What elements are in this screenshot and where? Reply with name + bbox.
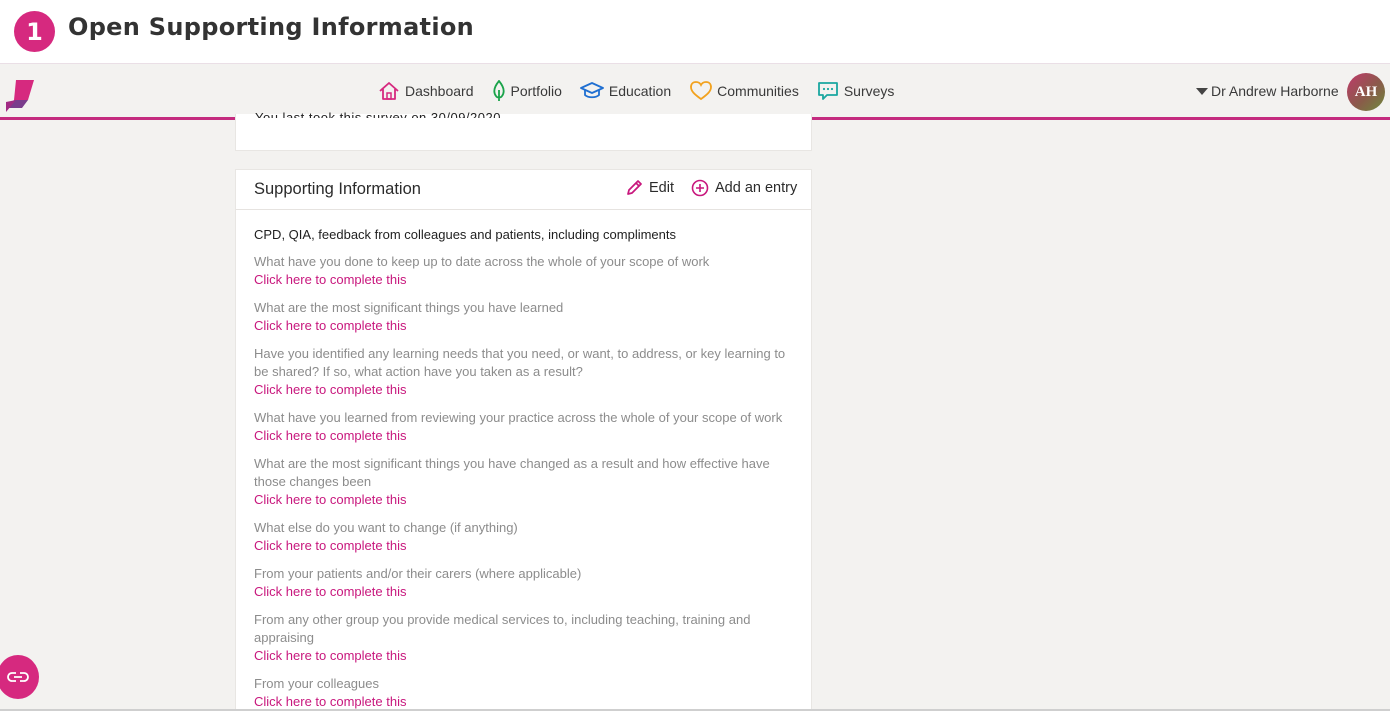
link-icon <box>7 672 29 682</box>
leaf-icon <box>492 80 505 101</box>
list-item: From your colleagues Click here to compl… <box>254 675 793 709</box>
complete-link[interactable]: Click here to complete this <box>254 693 793 709</box>
question-text: From your colleagues <box>254 676 379 691</box>
pencil-icon <box>627 180 642 195</box>
complete-link[interactable]: Click here to complete this <box>254 583 793 601</box>
card-header: Supporting Information Edit Add an entry <box>236 170 811 210</box>
list-item: What have you learned from reviewing you… <box>254 409 793 445</box>
app-window: Dashboard Portfolio Education Communitie… <box>0 63 1390 709</box>
nav-label-portfolio: Portfolio <box>510 83 562 99</box>
complete-link[interactable]: Click here to complete this <box>254 491 793 509</box>
previous-card: You last took this survey on 30/09/2020 <box>235 110 812 151</box>
avatar[interactable]: AH <box>1347 73 1385 111</box>
add-entry-button[interactable]: Add an entry <box>691 179 797 197</box>
complete-link[interactable]: Click here to complete this <box>254 381 793 399</box>
top-navbar: Dashboard Portfolio Education Communitie… <box>0 63 1390 120</box>
nav-item-education[interactable]: Education <box>579 81 672 101</box>
card-body: CPD, QIA, feedback from colleagues and p… <box>236 210 811 709</box>
question-text: From your patients and/or their carers (… <box>254 566 582 581</box>
nav-item-dashboard[interactable]: Dashboard <box>378 81 474 101</box>
question-text: What are the most significant things you… <box>254 300 564 315</box>
question-text: From any other group you provide medical… <box>254 612 751 645</box>
question-text: What have you done to keep up to date ac… <box>254 254 710 269</box>
nav-item-portfolio[interactable]: Portfolio <box>492 80 562 102</box>
question-text: What else do you want to change (if anyt… <box>254 520 518 535</box>
list-item: What else do you want to change (if anyt… <box>254 519 793 555</box>
list-item: What are the most significant things you… <box>254 299 793 335</box>
complete-link[interactable]: Click here to complete this <box>254 647 793 665</box>
list-item: What are the most significant things you… <box>254 455 793 509</box>
complete-link[interactable]: Click here to complete this <box>254 537 793 555</box>
list-item: From your patients and/or their carers (… <box>254 565 793 601</box>
supporting-information-card: Supporting Information Edit Add an entry… <box>235 169 812 709</box>
question-text: What are the most significant things you… <box>254 456 770 489</box>
main-nav: Dashboard Portfolio Education Communitie… <box>378 64 912 118</box>
step-number-badge: 1 <box>14 11 55 52</box>
chevron-down-icon <box>1196 87 1208 95</box>
edit-button[interactable]: Edit <box>625 179 674 197</box>
section-heading: CPD, QIA, feedback from colleagues and p… <box>254 227 676 242</box>
floating-action-button[interactable] <box>0 655 39 699</box>
chat-icon <box>817 82 838 100</box>
complete-link[interactable]: Click here to complete this <box>254 271 793 289</box>
list-item: Have you identified any learning needs t… <box>254 345 793 399</box>
nav-label-dashboard: Dashboard <box>405 83 474 99</box>
question-text: Have you identified any learning needs t… <box>254 346 786 379</box>
home-icon <box>379 82 399 100</box>
nav-label-communities: Communities <box>717 83 799 99</box>
step-header: 1 Open Supporting Information <box>0 0 1390 63</box>
heart-icon <box>690 81 713 101</box>
edit-label: Edit <box>649 180 674 196</box>
plus-circle-icon <box>691 179 709 197</box>
logo-icon[interactable] <box>4 78 36 112</box>
nav-label-surveys: Surveys <box>843 83 895 99</box>
graduation-cap-icon <box>579 82 604 99</box>
question-text: What have you learned from reviewing you… <box>254 410 783 425</box>
nav-item-communities[interactable]: Communities <box>690 81 799 101</box>
card-title: Supporting Information <box>254 180 421 198</box>
complete-link[interactable]: Click here to complete this <box>254 427 793 445</box>
nav-item-surveys[interactable]: Surveys <box>817 80 895 102</box>
list-item: From any other group you provide medical… <box>254 611 793 665</box>
previous-card-text: You last took this survey on 30/09/2020 <box>255 110 501 125</box>
list-item: What have you done to keep up to date ac… <box>254 253 793 289</box>
complete-link[interactable]: Click here to complete this <box>254 317 793 335</box>
user-menu[interactable]: Dr Andrew Harborne <box>1196 64 1339 118</box>
nav-label-education: Education <box>608 83 672 99</box>
step-title: Open Supporting Information <box>68 13 475 41</box>
add-entry-label: Add an entry <box>715 180 798 196</box>
user-name: Dr Andrew Harborne <box>1211 83 1339 99</box>
